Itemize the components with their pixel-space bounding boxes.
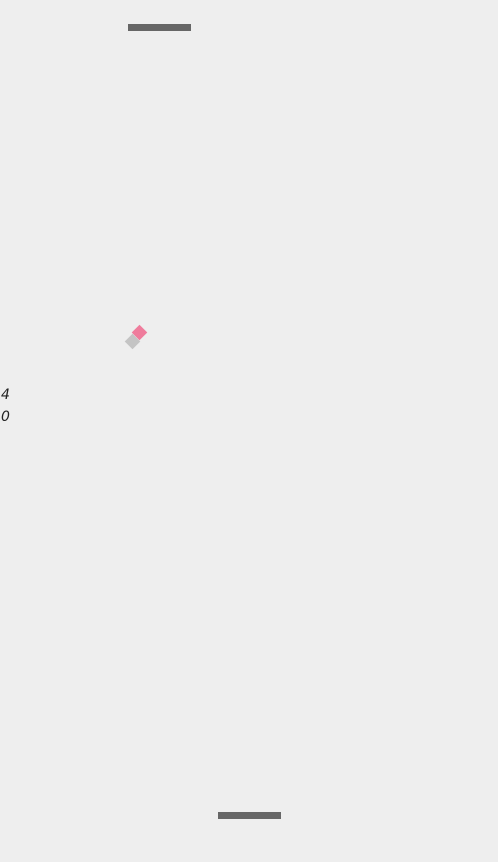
top-player-score: 4: [1, 387, 10, 403]
bottom-player-score: 0: [1, 409, 10, 425]
bottom-paddle[interactable]: [218, 812, 281, 819]
top-paddle: [128, 24, 191, 31]
